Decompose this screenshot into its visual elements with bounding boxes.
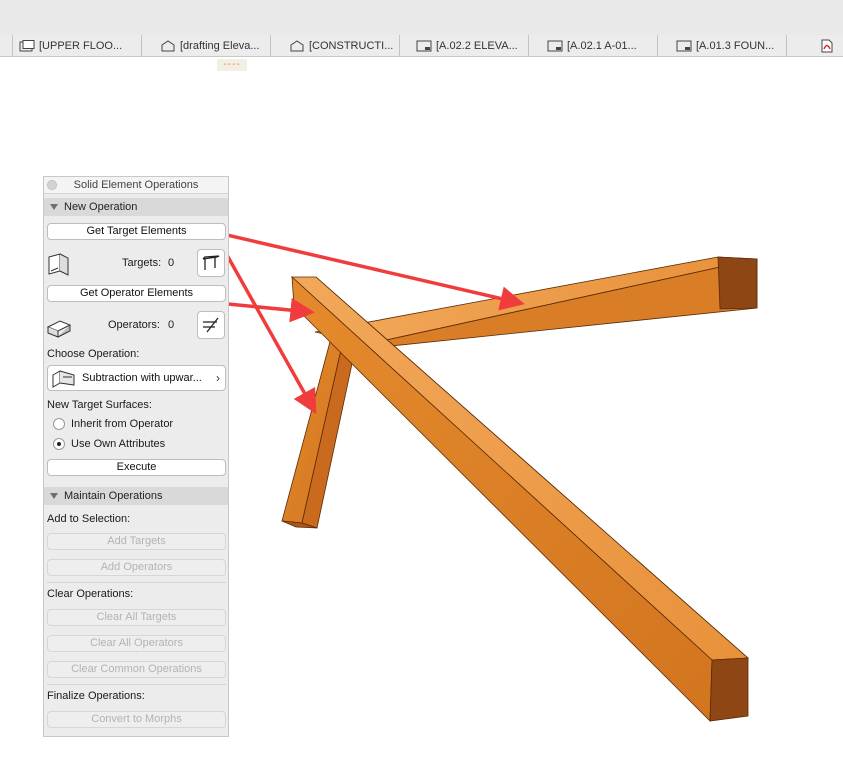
clear-all-targets-button[interactable]: Clear All Targets <box>47 609 226 626</box>
tab-label: [CONSTRUCTI... <box>309 39 394 52</box>
clear-operations-label: Clear Operations: <box>47 588 134 600</box>
get-operator-elements-button[interactable]: Get Operator Elements <box>47 285 226 302</box>
arrow-targets-to-leg <box>212 231 317 415</box>
get-target-elements-button[interactable]: Get Target Elements <box>47 223 226 240</box>
tab-label: [A.01.3 FOUN... <box>696 39 775 52</box>
divider <box>47 684 226 685</box>
add-operators-button[interactable]: Add Operators <box>47 559 226 576</box>
targets-label: Targets: <box>122 257 162 269</box>
operators-label: Operators: <box>108 319 160 331</box>
radio-button-selected[interactable] <box>53 438 65 450</box>
pdf-icon <box>821 39 833 52</box>
show-operators-button[interactable] <box>197 311 225 339</box>
tab-a0103-foundation[interactable]: [A.01.3 FOUN... <box>657 35 785 56</box>
section-maintain-operations[interactable]: Maintain Operations <box>44 487 228 505</box>
tab-label: [UPPER FLOO... <box>39 39 123 52</box>
tab-a0201[interactable]: [A.02.1 A-01... <box>528 35 656 56</box>
section-title: New Operation <box>64 201 138 213</box>
beam-leg[interactable] <box>281 337 357 529</box>
execute-button[interactable]: Execute <box>47 459 226 476</box>
layout-icon <box>547 40 563 51</box>
operation-type-select[interactable]: Subtraction with upwar... › <box>47 365 226 391</box>
tab-label: [A.02.2 ELEVA... <box>436 39 518 52</box>
show-targets-button[interactable] <box>197 249 225 277</box>
operation-type-value: Subtraction with upwar... <box>82 372 202 384</box>
tab-label: [drafting Eleva... <box>180 39 260 52</box>
layout-icon <box>416 40 432 51</box>
radio-label: Use Own Attributes <box>71 438 166 450</box>
operator-elements-icon <box>46 313 72 339</box>
floor-plan-icon <box>19 39 35 51</box>
arrow-targets-to-horizontal-beam <box>213 230 525 311</box>
palette-title: Solid Element Operations <box>73 179 199 191</box>
tab-construction[interactable]: [CONSTRUCTI... <box>270 35 398 56</box>
radio-use-own-attributes[interactable]: Use Own Attributes <box>53 438 165 450</box>
close-icon[interactable] <box>47 180 57 190</box>
clear-all-operators-button[interactable]: Clear All Operators <box>47 635 226 652</box>
targets-count: 0 <box>168 257 175 269</box>
disclosure-triangle-icon <box>50 493 58 499</box>
section-title: Maintain Operations <box>64 490 163 502</box>
divider <box>47 582 226 583</box>
operators-count: 0 <box>168 319 175 331</box>
chevron-right-icon: › <box>216 371 220 385</box>
window-toolbar <box>0 0 843 35</box>
section-new-operation[interactable]: New Operation <box>44 198 228 216</box>
tab-a0202-elevation[interactable]: [A.02.2 ELEVA... <box>399 35 527 56</box>
add-targets-button[interactable]: Add Targets <box>47 533 226 550</box>
view-tab-bar: [UPPER FLOO... [drafting Eleva... [CONST… <box>0 35 843 57</box>
palette-title-bar[interactable]: Solid Element Operations <box>44 177 228 194</box>
radio-button[interactable] <box>53 418 65 430</box>
disclosure-triangle-icon <box>50 204 58 210</box>
house-icon <box>290 39 304 51</box>
tab-upper-floor[interactable]: [UPPER FLOO... <box>12 35 140 56</box>
finalize-operations-label: Finalize Operations: <box>47 690 145 702</box>
clear-common-operations-button[interactable]: Clear Common Operations <box>47 661 226 678</box>
subtraction-upwards-icon <box>52 370 75 388</box>
new-target-surfaces-label: New Target Surfaces: <box>47 399 152 411</box>
target-elements-icon <box>46 251 72 277</box>
beam-diagonal[interactable] <box>290 276 749 722</box>
layout-icon <box>676 40 692 51</box>
convert-to-morphs-button[interactable]: Convert to Morphs <box>47 711 226 728</box>
tab-pdf[interactable] <box>786 35 843 56</box>
target-highlight-icon <box>202 255 220 270</box>
add-to-selection-label: Add to Selection: <box>47 513 131 525</box>
choose-operation-label: Choose Operation: <box>47 348 140 360</box>
tab-drafting-elevation[interactable]: [drafting Eleva... <box>141 35 269 56</box>
tab-label: [A.02.1 A-01... <box>567 39 637 52</box>
house-icon <box>161 39 175 51</box>
radio-inherit-from-operator[interactable]: Inherit from Operator <box>53 418 173 430</box>
solid-element-operations-palette: Solid Element Operations New Operation G… <box>43 176 229 737</box>
radio-label: Inherit from Operator <box>71 418 174 430</box>
operator-highlight-icon <box>203 317 219 333</box>
